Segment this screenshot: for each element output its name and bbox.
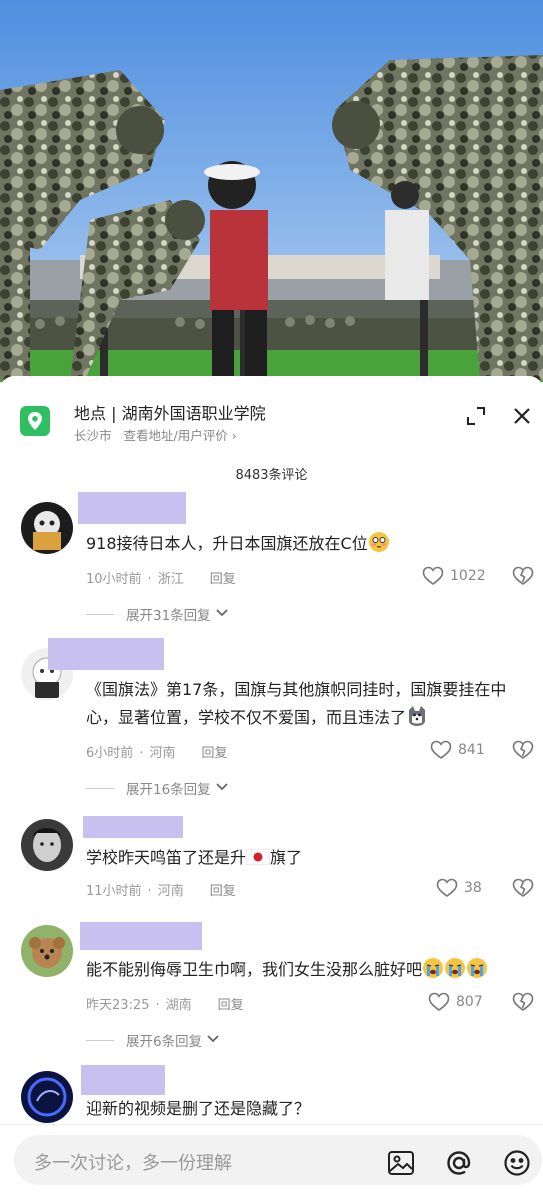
location-subtitle: 长沙市 查看地址/用户评价 › — [74, 425, 237, 444]
username-redacted[interactable] — [81, 1065, 165, 1095]
comment-text: 学校昨天鸣笛了还是升 旗了 — [86, 846, 303, 867]
location-title: 地点 | 湖南外国语职业学院 — [74, 404, 266, 423]
like-count: 1022 — [450, 568, 486, 584]
heart-icon — [422, 566, 444, 585]
username-redacted[interactable] — [83, 816, 183, 838]
location-pin-icon — [20, 406, 50, 436]
location-row[interactable]: 地点 | 湖南外国语职业学院 长沙市 查看地址/用户评价 › — [0, 376, 543, 456]
username-redacted[interactable] — [78, 492, 186, 524]
flushed-emoji-icon — [368, 531, 390, 553]
comment-region: 河南 — [149, 746, 176, 761]
avatar[interactable] — [21, 925, 73, 977]
comment-region: 河南 — [157, 884, 184, 899]
comment-text: 《国旗法》第17条，国旗与其他旗帜同挂时，国旗要挂在中心，显著位置，学校不仅不爱… — [86, 680, 507, 727]
username-redacted[interactable] — [48, 638, 164, 670]
heart-icon — [428, 992, 450, 1011]
comment-input[interactable]: 多一次讨论，多一份理解 — [14, 1135, 542, 1185]
emoji-icon[interactable] — [502, 1148, 532, 1178]
expand-icon[interactable] — [464, 404, 488, 428]
broken-heart-icon[interactable] — [512, 566, 534, 588]
like-count: 38 — [464, 880, 482, 896]
reply-button[interactable]: 回复 — [201, 746, 227, 761]
comment-meta: 6小时前 · 河南 回复 — [86, 746, 228, 761]
reply-button[interactable]: 回复 — [210, 572, 236, 587]
photo-illustration — [0, 0, 543, 382]
like-button[interactable]: 807 — [428, 990, 483, 1014]
comment-text: 能不能别侮辱卫生巾啊，我们女生没那么脏好吧 — [86, 956, 536, 984]
crying-emoji-icon — [466, 957, 488, 979]
comment-region: 浙江 — [157, 572, 184, 587]
expand-replies-button[interactable]: 展开16条回复 — [86, 778, 229, 798]
username-redacted[interactable] — [80, 922, 202, 950]
heart-icon — [436, 878, 458, 897]
avatar[interactable] — [21, 1071, 73, 1123]
comment-time: 昨天23:25 — [86, 998, 150, 1013]
comment-time: 11小时前 — [86, 884, 142, 899]
comment-sheet: 地点 | 湖南外国语职业学院 长沙市 查看地址/用户评价 › 8483条评论 9… — [0, 376, 543, 1192]
comment-count: 8483条评论 — [235, 468, 308, 483]
expand-replies-button[interactable]: 展开6条回复 — [86, 1030, 220, 1050]
like-count: 807 — [456, 994, 483, 1010]
comment-meta: 10小时前 · 浙江 回复 — [86, 572, 236, 587]
like-button[interactable]: 841 — [430, 738, 485, 762]
comment-text: 918接待日本人，升日本国旗还放在C位 — [86, 530, 536, 558]
image-icon[interactable] — [386, 1148, 416, 1178]
like-count: 841 — [458, 742, 485, 758]
at-icon[interactable] — [444, 1148, 474, 1178]
close-icon[interactable] — [510, 404, 534, 428]
japan-flag-icon — [245, 846, 271, 866]
husky-emoji-icon — [406, 705, 428, 727]
heart-icon — [430, 740, 452, 759]
location-city: 长沙市 — [74, 428, 112, 443]
like-button[interactable]: 38 — [436, 876, 482, 900]
comment-region: 湖南 — [165, 998, 192, 1013]
chevron-down-icon — [215, 606, 229, 622]
comment-input-placeholder: 多一次讨论，多一份理解 — [34, 1153, 232, 1174]
chevron-down-icon — [215, 780, 229, 796]
broken-heart-icon[interactable] — [512, 740, 534, 762]
avatar[interactable] — [21, 819, 73, 871]
comment-meta: 昨天23:25 · 湖南 回复 — [86, 998, 244, 1013]
location-detail-link[interactable]: 查看地址/用户评价 › — [124, 428, 237, 443]
video-preview-photo[interactable] — [0, 0, 543, 382]
crying-emoji-icon — [444, 957, 466, 979]
broken-heart-icon[interactable] — [512, 878, 534, 900]
chevron-down-icon — [206, 1032, 220, 1048]
comment-meta: 11小时前 · 河南 回复 — [86, 884, 236, 899]
crying-emoji-icon — [422, 957, 444, 979]
comment-time: 10小时前 — [86, 572, 142, 587]
comment-text: 迎新的视频是删了还是隐藏了？ — [86, 1099, 311, 1118]
reply-button[interactable]: 回复 — [210, 884, 236, 899]
comment-time: 6小时前 — [86, 746, 134, 761]
avatar[interactable] — [21, 502, 73, 554]
comment-input-bar: 多一次讨论，多一份理解 — [0, 1124, 543, 1192]
like-button[interactable]: 1022 — [422, 564, 486, 588]
expand-replies-button[interactable]: 展开31条回复 — [86, 604, 229, 624]
reply-button[interactable]: 回复 — [218, 998, 244, 1013]
broken-heart-icon[interactable] — [512, 992, 534, 1014]
